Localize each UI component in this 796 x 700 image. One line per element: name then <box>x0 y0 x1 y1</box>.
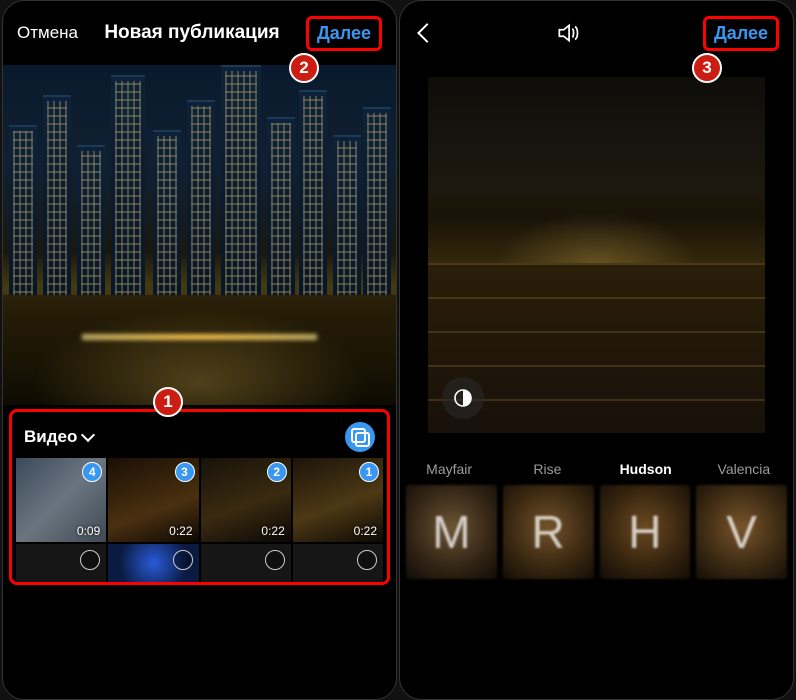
filter-screen: Далее 3 Mayfair Rise Hudson Valencia M R… <box>399 0 794 700</box>
video-thumb[interactable] <box>16 544 106 582</box>
multi-select-button[interactable] <box>345 422 375 452</box>
unselected-ring-icon <box>80 550 100 570</box>
video-thumb[interactable]: 2 0:22 <box>201 458 291 542</box>
select-order-badge: 3 <box>175 462 195 482</box>
preview-buildings-art <box>428 77 765 197</box>
filter-tiles: M R H V <box>400 485 793 579</box>
contrast-icon <box>451 386 475 410</box>
video-thumb[interactable] <box>108 544 198 582</box>
next-button[interactable]: Далее <box>306 16 382 51</box>
step-badge-1: 1 <box>153 387 183 417</box>
filter-name[interactable]: Mayfair <box>400 461 498 477</box>
unselected-ring-icon <box>357 550 377 570</box>
video-duration: 0:22 <box>354 524 377 538</box>
new-post-screen: Отмена Новая публикация Далее 2 1 Видео <box>2 0 397 700</box>
gallery-panel: Видео 4 0:09 3 0:22 2 0:22 1 0:22 <box>9 409 390 585</box>
filter-tile[interactable]: M <box>406 485 497 579</box>
filter-name[interactable]: Hudson <box>597 461 695 477</box>
filter-letter: H <box>628 505 661 559</box>
back-button[interactable] <box>417 23 437 43</box>
sound-toggle[interactable] <box>555 20 581 46</box>
next-button[interactable]: Далее <box>703 16 779 51</box>
filter-letter: V <box>726 505 757 559</box>
filter-names: Mayfair Rise Hudson Valencia <box>400 461 793 477</box>
video-thumb[interactable] <box>293 544 383 582</box>
select-order-badge: 1 <box>359 462 379 482</box>
filter-name[interactable]: Rise <box>498 461 596 477</box>
select-order-badge: 2 <box>267 462 287 482</box>
gallery-picker[interactable]: Видео <box>24 427 93 447</box>
cancel-button[interactable]: Отмена <box>17 23 78 43</box>
step-badge-2: 2 <box>289 53 319 83</box>
video-duration: 0:09 <box>77 524 100 538</box>
filter-tile[interactable]: V <box>696 485 787 579</box>
step-badge-3: 3 <box>692 53 722 83</box>
lux-button[interactable] <box>442 377 484 419</box>
filter-tile[interactable]: R <box>503 485 594 579</box>
select-order-badge: 4 <box>82 462 102 482</box>
road-art <box>3 295 396 405</box>
filter-letter: M <box>432 505 470 559</box>
unselected-ring-icon <box>265 550 285 570</box>
page-title: Новая публикация <box>104 22 279 44</box>
filter-preview[interactable] <box>410 77 783 433</box>
filter-strip: Mayfair Rise Hudson Valencia M R H V <box>400 461 793 579</box>
unselected-ring-icon <box>173 550 193 570</box>
speaker-icon <box>555 20 581 46</box>
gallery-header: Видео <box>16 416 383 458</box>
gallery-label: Видео <box>24 427 77 447</box>
video-duration: 0:22 <box>169 524 192 538</box>
header-left: Отмена Новая публикация Далее <box>3 1 396 65</box>
thumbnail-row-2 <box>16 544 383 582</box>
filter-name[interactable]: Valencia <box>695 461 793 477</box>
video-thumb[interactable]: 3 0:22 <box>108 458 198 542</box>
filter-tile[interactable]: H <box>600 485 691 579</box>
video-thumb[interactable] <box>201 544 291 582</box>
video-thumb[interactable]: 4 0:09 <box>16 458 106 542</box>
media-preview[interactable] <box>3 65 396 405</box>
video-duration: 0:22 <box>261 524 284 538</box>
chevron-down-icon <box>81 428 95 442</box>
filter-letter: R <box>532 505 565 559</box>
header-right: Далее <box>400 1 793 65</box>
thumbnail-row: 4 0:09 3 0:22 2 0:22 1 0:22 <box>16 458 383 542</box>
video-thumb[interactable]: 1 0:22 <box>293 458 383 542</box>
